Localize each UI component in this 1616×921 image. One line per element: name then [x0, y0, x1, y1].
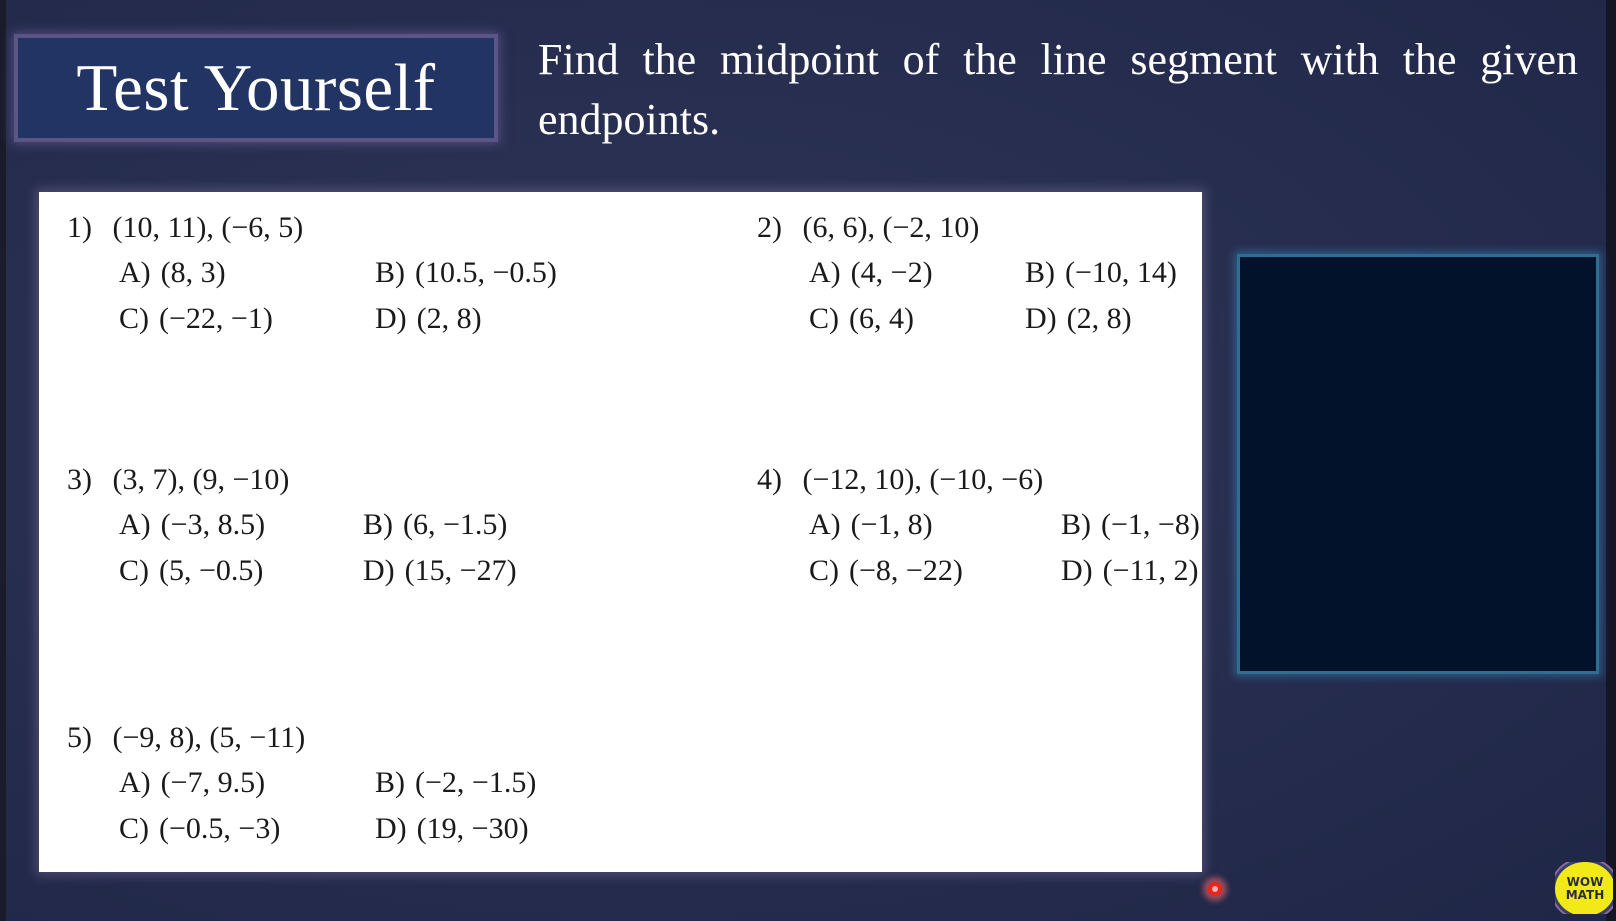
answer-choices: A) (8, 3) B) (10.5, −0.5) C) (−22, −1) D) (2… [119, 250, 557, 342]
choice-letter: C) [119, 554, 149, 587]
choice-d[interactable]: D) (−11, 2) [1061, 548, 1198, 594]
problem-question: 4) (−12, 10), (−10, −6) [757, 458, 1043, 502]
choice-value: (8, 3) [160, 256, 226, 289]
answer-choices: A) (−1, 8) B) (−1, −8) C) (−8, −22) D) (−11,… [809, 502, 1200, 594]
problem-endpoints: (3, 7), (9, −10) [112, 463, 290, 496]
choice-value: (2, 8) [1066, 302, 1132, 335]
choice-letter: D) [363, 554, 395, 587]
choice-b[interactable]: B) (−2, −1.5) [375, 760, 536, 806]
choice-a[interactable]: A) (4, −2) [809, 250, 933, 296]
answer-choices: A) (−3, 8.5) B) (6, −1.5) C) (5, −0.5) D) (1… [119, 502, 517, 594]
choice-letter: A) [119, 508, 151, 541]
choice-value: (−8, −22) [849, 554, 963, 587]
choice-value: (2, 8) [416, 302, 482, 335]
problem-number: 1) [67, 211, 92, 244]
choice-letter: C) [809, 302, 839, 335]
problem-question: 1) (10, 11), (−6, 5) [67, 206, 303, 250]
problem-1: 1) (10, 11), (−6, 5) A) (8, 3) B) (10.5, −… [67, 206, 557, 342]
choice-letter: D) [1061, 554, 1093, 587]
problem-endpoints: (−12, 10), (−10, −6) [802, 463, 1044, 496]
pointer-cursor-icon [1208, 882, 1222, 896]
choice-a[interactable]: A) (8, 3) [119, 250, 226, 296]
choice-c[interactable]: C) (6, 4) [809, 296, 914, 342]
problem-endpoints: (6, 6), (−2, 10) [802, 211, 980, 244]
choice-letter: A) [809, 508, 841, 541]
problem-number: 4) [757, 463, 782, 496]
choice-value: (15, −27) [404, 554, 517, 587]
choice-a[interactable]: A) (−3, 8.5) [119, 502, 265, 548]
problem-5: 5) (−9, 8), (5, −11) A) (−7, 9.5) B) (−2, … [67, 716, 536, 852]
choice-letter: A) [119, 766, 151, 799]
choice-b[interactable]: B) (−10, 14) [1025, 250, 1177, 296]
choice-value: (10.5, −0.5) [415, 256, 557, 289]
choice-letter: B) [363, 508, 393, 541]
choice-d[interactable]: D) (19, −30) [375, 806, 529, 852]
choice-b[interactable]: B) (6, −1.5) [363, 502, 507, 548]
choice-d[interactable]: D) (2, 8) [1025, 296, 1132, 342]
choice-c[interactable]: C) (−0.5, −3) [119, 806, 280, 852]
choice-value: (6, −1.5) [403, 508, 508, 541]
choice-value: (4, −2) [850, 256, 933, 289]
choice-letter: C) [809, 554, 839, 587]
right-window-edge [1606, 0, 1616, 921]
choice-value: (−22, −1) [159, 302, 273, 335]
choice-letter: A) [809, 256, 841, 289]
choice-value: (−3, 8.5) [160, 508, 266, 541]
choice-value: (6, 4) [849, 302, 914, 335]
choice-value: (−7, 9.5) [160, 766, 266, 799]
worksheet-panel: 1) (10, 11), (−6, 5) A) (8, 3) B) (10.5, −… [39, 192, 1202, 872]
choice-b[interactable]: B) (10.5, −0.5) [375, 250, 557, 296]
choice-value: (−10, 14) [1065, 256, 1177, 289]
logo-badge-icon: WOW MATH [1555, 862, 1613, 914]
choice-c[interactable]: C) (−22, −1) [119, 296, 273, 342]
problem-3: 3) (3, 7), (9, −10) A) (−3, 8.5) B) (6, −1… [67, 458, 517, 594]
problem-endpoints: (10, 11), (−6, 5) [112, 211, 304, 244]
choice-letter: C) [119, 302, 149, 335]
instruction-text: Find the midpoint of the line segment wi… [538, 35, 1578, 144]
choice-letter: D) [375, 812, 407, 845]
choice-a[interactable]: A) (−7, 9.5) [119, 760, 265, 806]
choice-letter: B) [1061, 508, 1091, 541]
choice-value: (−1, −8) [1101, 508, 1200, 541]
choice-letter: B) [375, 766, 405, 799]
title-box: Test Yourself [18, 38, 494, 138]
slide-title: Test Yourself [76, 50, 436, 125]
choice-value: (19, −30) [416, 812, 529, 845]
video-panel [1237, 254, 1599, 674]
channel-logo: WOW MATH [1555, 862, 1613, 914]
problem-2: 2) (6, 6), (−2, 10) A) (4, −2) B) (−10, 14… [757, 206, 1177, 342]
choice-value: (5, −0.5) [159, 554, 264, 587]
choice-value: (−1, 8) [850, 508, 933, 541]
choice-b[interactable]: B) (−1, −8) [1061, 502, 1200, 548]
problem-number: 2) [757, 211, 782, 244]
problem-number: 3) [67, 463, 92, 496]
choice-d[interactable]: D) (2, 8) [375, 296, 482, 342]
logo-line-2: MATH [1565, 888, 1605, 902]
answer-choices: A) (−7, 9.5) B) (−2, −1.5) C) (−0.5, −3) D)… [119, 760, 536, 852]
problem-number: 5) [67, 721, 92, 754]
choice-value: (−2, −1.5) [415, 766, 537, 799]
choice-value: (−0.5, −3) [159, 812, 281, 845]
choice-letter: C) [119, 812, 149, 845]
problem-4: 4) (−12, 10), (−10, −6) A) (−1, 8) B) (−1,… [757, 458, 1200, 594]
choice-c[interactable]: C) (−8, −22) [809, 548, 963, 594]
choice-d[interactable]: D) (15, −27) [363, 548, 517, 594]
problem-endpoints: (−9, 8), (5, −11) [112, 721, 306, 754]
choice-a[interactable]: A) (−1, 8) [809, 502, 933, 548]
choice-letter: D) [1025, 302, 1057, 335]
choice-letter: D) [375, 302, 407, 335]
choice-letter: B) [375, 256, 405, 289]
choice-value: (−11, 2) [1102, 554, 1199, 587]
problem-question: 5) (−9, 8), (5, −11) [67, 716, 305, 760]
left-window-edge [0, 0, 6, 921]
choice-letter: A) [119, 256, 151, 289]
problem-question: 2) (6, 6), (−2, 10) [757, 206, 979, 250]
problem-question: 3) (3, 7), (9, −10) [67, 458, 289, 502]
answer-choices: A) (4, −2) B) (−10, 14) C) (6, 4) D) (2, 8) [809, 250, 1177, 342]
choice-c[interactable]: C) (5, −0.5) [119, 548, 263, 594]
choice-letter: B) [1025, 256, 1055, 289]
